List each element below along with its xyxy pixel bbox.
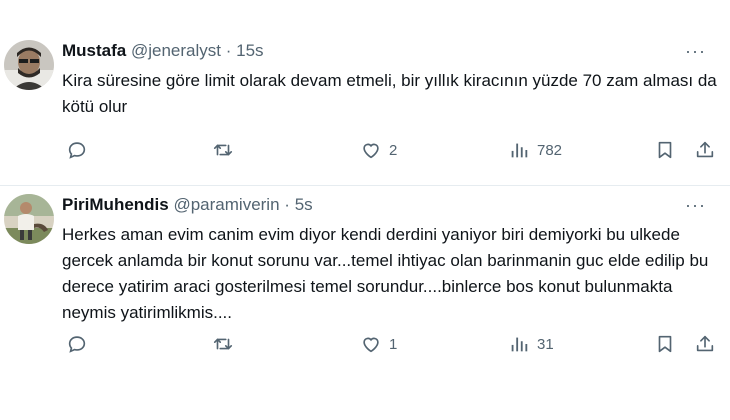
tweet[interactable]: Mustafa @jeneralyst · 15s ··· Kira süres…: [0, 0, 730, 186]
separator: ·: [225, 41, 232, 60]
retweet-button[interactable]: [212, 139, 234, 161]
bookmark-button[interactable]: [654, 333, 676, 355]
retweet-icon: [213, 338, 233, 350]
share-button[interactable]: [694, 139, 716, 161]
bookmark-icon: [658, 335, 672, 353]
avatar[interactable]: [4, 194, 54, 244]
display-name[interactable]: PiriMuhendis: [62, 195, 169, 214]
more-icon[interactable]: ···: [685, 194, 706, 216]
tweet-actions: 1 31: [62, 332, 718, 356]
separator: ·: [284, 195, 290, 214]
views-button[interactable]: 31: [508, 333, 554, 355]
more-icon[interactable]: ···: [685, 40, 706, 62]
share-button[interactable]: [694, 333, 716, 355]
tweet-header: PiriMuhendis @paramiverin · 5s ···: [62, 194, 720, 216]
retweet-icon: [213, 144, 233, 156]
reply-icon: [68, 142, 86, 159]
views-button[interactable]: 782: [508, 139, 562, 161]
views-icon: [511, 337, 528, 352]
tweet-text: Kira süresine göre limit olarak devam et…: [62, 71, 717, 116]
like-button[interactable]: 1: [360, 333, 397, 355]
views-icon: [511, 143, 528, 158]
bookmark-button[interactable]: [654, 139, 676, 161]
user-handle[interactable]: @paramiverin: [173, 195, 279, 214]
like-count: 2: [389, 141, 398, 159]
reply-icon: [68, 336, 86, 353]
tweet-header: Mustafa @jeneralyst · 15s ···: [62, 40, 720, 62]
share-icon: [696, 141, 714, 158]
retweet-button[interactable]: [212, 333, 234, 355]
bookmark-icon: [658, 141, 672, 159]
tweet-actions: 2 782: [62, 138, 718, 162]
like-count: 1: [389, 335, 398, 353]
tweet-text: Herkes aman evim canim evim diyor kendi …: [62, 225, 709, 322]
like-icon: [363, 143, 379, 159]
view-count: 782: [537, 141, 563, 159]
like-button[interactable]: 2: [360, 139, 397, 161]
share-icon: [696, 335, 714, 352]
reply-button[interactable]: [66, 333, 88, 355]
view-count: 31: [537, 335, 554, 353]
tweet[interactable]: PiriMuhendis @paramiverin · 5s ··· Herke…: [0, 186, 730, 420]
display-name[interactable]: Mustafa: [62, 41, 126, 60]
like-icon: [363, 337, 379, 353]
reply-button[interactable]: [66, 139, 88, 161]
timestamp[interactable]: 15s: [236, 41, 263, 60]
user-handle[interactable]: @jeneralyst: [131, 41, 221, 60]
avatar[interactable]: [4, 40, 54, 90]
timestamp[interactable]: 5s: [295, 195, 313, 214]
